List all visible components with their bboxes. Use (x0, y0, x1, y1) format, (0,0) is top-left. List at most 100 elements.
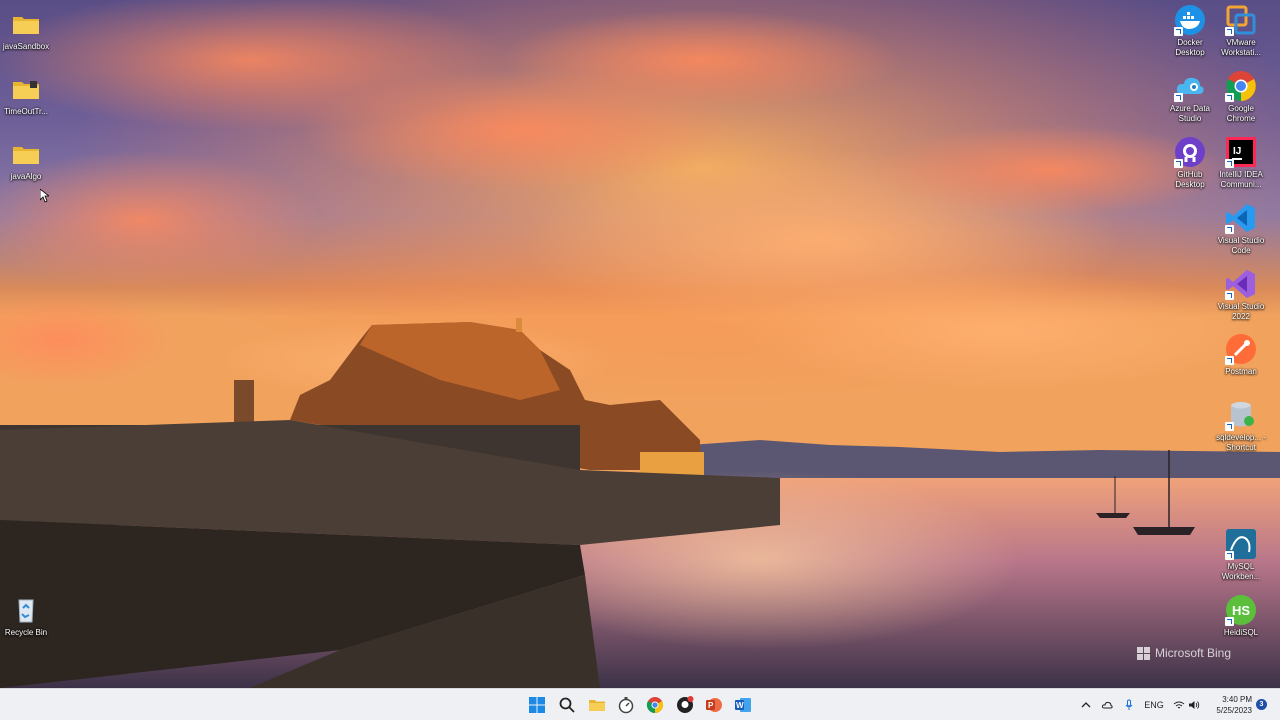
powerpoint-icon: P (706, 698, 722, 712)
desktop-icon-label: VMware Workstati... (1221, 38, 1261, 57)
speaker-icon (1189, 701, 1200, 709)
taskbar-powerpoint[interactable]: P (702, 693, 726, 717)
vmware-icon (1225, 4, 1257, 36)
postman-icon (1225, 333, 1257, 365)
desktop-icon-label: sqldevelop... - Shortcut (1216, 433, 1266, 452)
desktop-icon-label: Google Chrome (1226, 104, 1256, 123)
folder-icon (589, 700, 605, 711)
desktop-icon-github-desktop[interactable]: GitHub Desktop (1164, 136, 1216, 190)
desktop[interactable]: javaSandbox TimeOutTr... javaAlgo Recycl… (0, 0, 1280, 720)
folder-icon (10, 138, 42, 170)
windows-logo-icon (1137, 646, 1150, 660)
shortcut-arrow-icon (1225, 225, 1234, 234)
folder-icon (10, 73, 42, 105)
chrome-icon (646, 697, 664, 714)
svg-text:W: W (736, 701, 744, 710)
desktop-icon-label: Azure Data Studio (1169, 104, 1211, 123)
svg-text:IJ: IJ (1233, 146, 1241, 157)
wallpaper (0, 0, 1280, 688)
chrome-icon (1225, 70, 1257, 102)
azure-data-studio-icon (1174, 70, 1206, 102)
desktop-icon-visual-studio-2022[interactable]: Visual Studio 2022 (1215, 268, 1267, 322)
desktop-icon-azure-data-studio[interactable]: Azure Data Studio (1164, 70, 1216, 124)
recycle-bin-icon (10, 594, 42, 626)
volume-button[interactable] (1187, 689, 1201, 720)
shortcut-arrow-icon (1225, 617, 1234, 626)
shortcut-arrow-icon (1174, 159, 1183, 168)
svg-text:P: P (708, 701, 714, 710)
github-icon (677, 696, 694, 713)
desktop-icon-label: GitHub Desktop (1175, 170, 1205, 189)
docker-icon (1174, 4, 1206, 36)
taskbar: P W ENG 3:40 PM 5/25/2023 3 (0, 688, 1280, 720)
notification-badge[interactable]: 3 (1256, 699, 1267, 710)
github-icon (1174, 136, 1206, 168)
clock-date: 5/25/2023 (1216, 706, 1252, 715)
shortcut-arrow-icon (1225, 356, 1234, 365)
search-button[interactable] (555, 693, 579, 717)
intellij-icon: IJ (1225, 136, 1257, 168)
taskbar-word[interactable]: W (731, 693, 755, 717)
stopwatch-icon (618, 697, 634, 714)
desktop-icon-label: Docker Desktop (1175, 38, 1205, 57)
mysql-workbench-icon (1225, 528, 1257, 560)
desktop-icon-google-chrome[interactable]: Google Chrome (1215, 70, 1267, 124)
show-hidden-icons-button[interactable] (1078, 689, 1094, 720)
sqldeveloper-icon (1225, 399, 1257, 431)
desktop-icon-javasandbox[interactable]: javaSandbox (0, 8, 52, 52)
desktop-icon-label: javaSandbox (2, 42, 50, 51)
visual-studio-icon (1225, 268, 1257, 300)
wallpaper-credit[interactable]: Microsoft Bing (1137, 646, 1231, 660)
desktop-icon-docker-desktop[interactable]: Docker Desktop (1164, 4, 1216, 58)
shortcut-arrow-icon (1225, 159, 1234, 168)
heidisql-icon: HS (1225, 594, 1257, 626)
search-icon (559, 697, 575, 713)
wifi-button[interactable] (1172, 689, 1186, 720)
desktop-icon-label: HeidiSQL (1223, 628, 1259, 637)
shortcut-arrow-icon (1174, 93, 1183, 102)
microphone-icon (1125, 699, 1133, 710)
desktop-icon-heidisql[interactable]: HS HeidiSQL (1215, 594, 1267, 638)
chevron-up-icon (1081, 702, 1091, 708)
wallpaper-credit-label: Microsoft Bing (1155, 646, 1232, 660)
shortcut-arrow-icon (1174, 27, 1183, 36)
desktop-icon-label: Postman (1225, 367, 1257, 376)
taskbar-github-desktop[interactable] (673, 693, 697, 717)
taskbar-chrome[interactable] (643, 693, 667, 717)
desktop-icon-label: TimeOutTr... (4, 107, 48, 116)
desktop-icon-label: Recycle Bin (4, 628, 48, 637)
folder-icon (10, 8, 42, 40)
taskbar-timer-app[interactable] (614, 693, 638, 717)
shortcut-arrow-icon (1225, 27, 1234, 36)
desktop-icon-label: javaAlgo (10, 172, 42, 181)
cloud-icon (1101, 701, 1113, 709)
desktop-icon-javaalgo[interactable]: javaAlgo (0, 138, 52, 182)
start-button[interactable] (525, 693, 549, 717)
shortcut-arrow-icon (1225, 422, 1234, 431)
onedrive-button[interactable] (1099, 689, 1115, 720)
desktop-icon-vmware[interactable]: VMware Workstati... (1215, 4, 1267, 58)
shortcut-arrow-icon (1225, 551, 1234, 560)
clock-time: 3:40 PM (1222, 695, 1252, 704)
desktop-icon-postman[interactable]: Postman (1215, 333, 1267, 377)
svg-text:HS: HS (1232, 603, 1250, 618)
desktop-icon-label: IntelliJ IDEA Communi... (1219, 170, 1263, 189)
language-indicator[interactable]: ENG (1142, 689, 1166, 720)
clock[interactable]: 3:40 PM 5/25/2023 (1206, 694, 1252, 716)
microphone-button[interactable] (1121, 689, 1137, 720)
word-icon: W (735, 698, 751, 712)
windows-logo-icon (529, 697, 545, 713)
desktop-icon-visual-studio-code[interactable]: Visual Studio Code (1215, 202, 1267, 256)
vscode-icon (1225, 202, 1257, 234)
taskbar-file-explorer[interactable] (585, 693, 609, 717)
desktop-icon-label: Visual Studio 2022 (1217, 302, 1265, 321)
desktop-icon-mysql-workbench[interactable]: MySQL Workben... (1215, 528, 1267, 582)
desktop-icon-recycle-bin[interactable]: Recycle Bin (0, 594, 52, 638)
shortcut-arrow-icon (1225, 93, 1234, 102)
desktop-icon-intellij-idea[interactable]: IJ IntelliJ IDEA Communi... (1215, 136, 1267, 190)
desktop-icon-timeouttr[interactable]: TimeOutTr... (0, 73, 52, 117)
mouse-cursor-icon (40, 189, 49, 203)
desktop-icon-sqldeveloper[interactable]: sqldevelop... - Shortcut (1215, 399, 1267, 453)
shortcut-arrow-icon (1225, 291, 1234, 300)
wifi-icon (1173, 701, 1185, 709)
